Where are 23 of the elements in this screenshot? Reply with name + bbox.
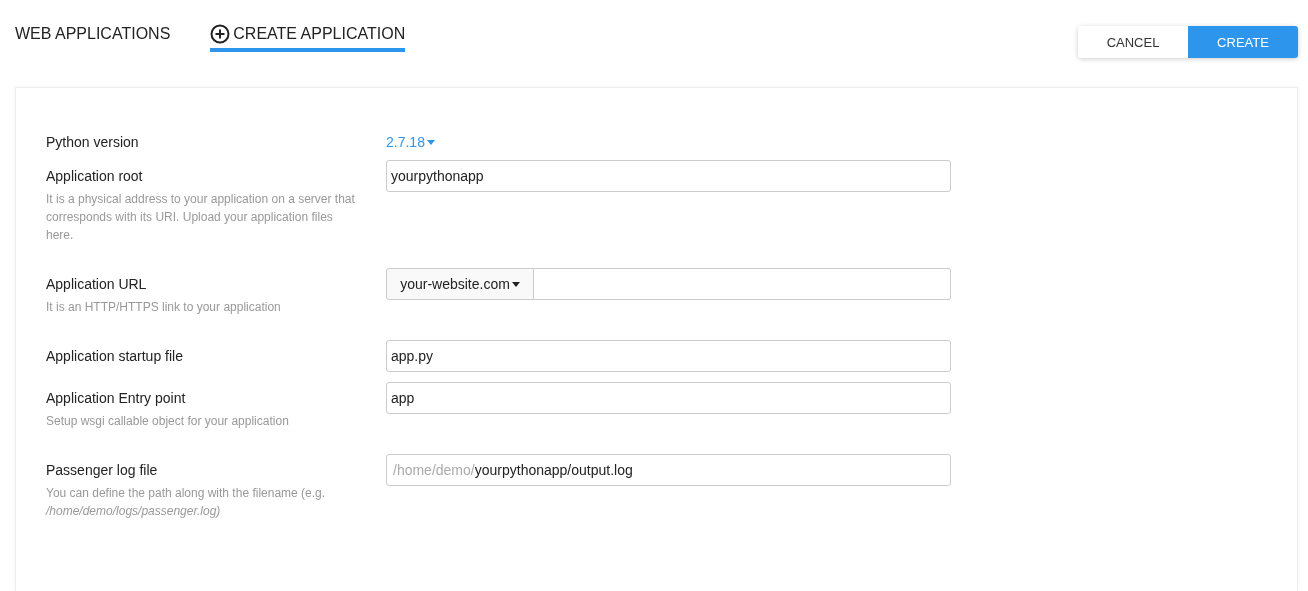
field-label: Application URL [46,276,148,292]
url-path-field[interactable] [534,268,951,300]
cancel-button[interactable]: CANCEL [1078,26,1188,58]
field-hint: It is a physical address to your application on a server that corresponds with its URI. Upload your application files here. [46,191,356,244]
nav-tab[interactable]: CREATE APPLICATION [210,24,406,52]
field-hint: It is an HTTP/HTTPS link to your application [46,299,282,316]
caret-icon [511,281,520,287]
domain-dropdown[interactable]: your-website.com [386,268,534,300]
nav-tab[interactable]: WEB APPLICATIONS [15,24,171,52]
field-label: Python version [46,134,140,150]
field-hint: Setup wsgi callable object for your application [46,413,290,430]
field-label: Passenger log file [46,462,159,478]
field-hint: You can define the path along with the filename (e.g. /home/demo/logs/passenger.log) [46,485,327,520]
field-label: Application Entry point [46,390,187,406]
field-label: Application root [46,168,144,184]
text-field[interactable]: app [386,382,951,414]
log-path-field[interactable]: /home/demo/yourpythonapp/output.log [386,454,951,486]
caret-icon [426,139,435,145]
field-label: Application startup file [46,348,184,364]
add-circle-icon [210,24,231,44]
path-prefix: /home/demo/ [393,462,475,478]
text-field[interactable]: yourpythonapp [386,160,951,192]
text-field[interactable]: app.py [386,340,951,372]
